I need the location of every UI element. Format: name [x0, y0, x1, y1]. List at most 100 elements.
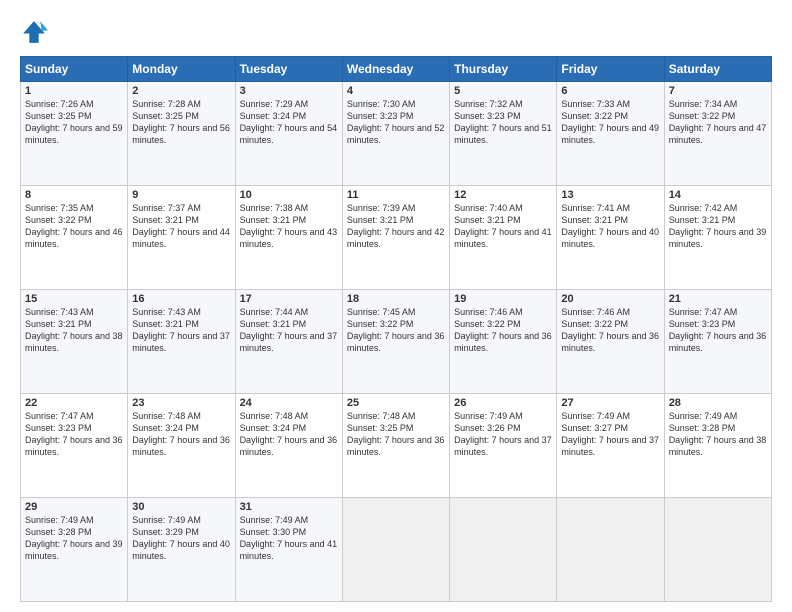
day-number: 22 [25, 397, 123, 409]
cell-info: Sunrise: 7:47 AM Sunset: 3:23 PM Dayligh… [25, 410, 123, 459]
day-number: 1 [25, 85, 123, 97]
calendar-body: 1Sunrise: 7:26 AM Sunset: 3:25 PM Daylig… [21, 82, 772, 602]
header [20, 18, 772, 46]
calendar-cell: 7Sunrise: 7:34 AM Sunset: 3:22 PM Daylig… [664, 82, 771, 186]
day-number: 16 [132, 293, 230, 305]
cell-info: Sunrise: 7:49 AM Sunset: 3:29 PM Dayligh… [132, 514, 230, 563]
calendar-cell: 26Sunrise: 7:49 AM Sunset: 3:26 PM Dayli… [450, 394, 557, 498]
cell-info: Sunrise: 7:38 AM Sunset: 3:21 PM Dayligh… [240, 202, 338, 251]
calendar-cell [450, 498, 557, 602]
day-number: 19 [454, 293, 552, 305]
calendar-cell: 21Sunrise: 7:47 AM Sunset: 3:23 PM Dayli… [664, 290, 771, 394]
calendar-cell: 14Sunrise: 7:42 AM Sunset: 3:21 PM Dayli… [664, 186, 771, 290]
calendar-cell [557, 498, 664, 602]
calendar-cell: 24Sunrise: 7:48 AM Sunset: 3:24 PM Dayli… [235, 394, 342, 498]
cell-info: Sunrise: 7:48 AM Sunset: 3:24 PM Dayligh… [132, 410, 230, 459]
calendar-day-header: Thursday [450, 57, 557, 82]
day-number: 9 [132, 189, 230, 201]
calendar-day-header: Tuesday [235, 57, 342, 82]
day-number: 13 [561, 189, 659, 201]
day-number: 29 [25, 501, 123, 513]
cell-info: Sunrise: 7:32 AM Sunset: 3:23 PM Dayligh… [454, 98, 552, 147]
cell-info: Sunrise: 7:43 AM Sunset: 3:21 PM Dayligh… [25, 306, 123, 355]
day-number: 21 [669, 293, 767, 305]
day-number: 17 [240, 293, 338, 305]
day-number: 20 [561, 293, 659, 305]
cell-info: Sunrise: 7:28 AM Sunset: 3:25 PM Dayligh… [132, 98, 230, 147]
day-number: 5 [454, 85, 552, 97]
calendar-table: SundayMondayTuesdayWednesdayThursdayFrid… [20, 56, 772, 602]
day-number: 10 [240, 189, 338, 201]
calendar-cell: 4Sunrise: 7:30 AM Sunset: 3:23 PM Daylig… [342, 82, 449, 186]
cell-info: Sunrise: 7:49 AM Sunset: 3:30 PM Dayligh… [240, 514, 338, 563]
calendar-cell: 30Sunrise: 7:49 AM Sunset: 3:29 PM Dayli… [128, 498, 235, 602]
cell-info: Sunrise: 7:48 AM Sunset: 3:25 PM Dayligh… [347, 410, 445, 459]
day-number: 18 [347, 293, 445, 305]
cell-info: Sunrise: 7:44 AM Sunset: 3:21 PM Dayligh… [240, 306, 338, 355]
logo [20, 18, 52, 46]
calendar-cell: 15Sunrise: 7:43 AM Sunset: 3:21 PM Dayli… [21, 290, 128, 394]
calendar-week-row: 29Sunrise: 7:49 AM Sunset: 3:28 PM Dayli… [21, 498, 772, 602]
cell-info: Sunrise: 7:39 AM Sunset: 3:21 PM Dayligh… [347, 202, 445, 251]
calendar-cell: 6Sunrise: 7:33 AM Sunset: 3:22 PM Daylig… [557, 82, 664, 186]
cell-info: Sunrise: 7:26 AM Sunset: 3:25 PM Dayligh… [25, 98, 123, 147]
calendar-day-header: Wednesday [342, 57, 449, 82]
calendar-cell: 29Sunrise: 7:49 AM Sunset: 3:28 PM Dayli… [21, 498, 128, 602]
cell-info: Sunrise: 7:35 AM Sunset: 3:22 PM Dayligh… [25, 202, 123, 251]
day-number: 25 [347, 397, 445, 409]
calendar-cell [342, 498, 449, 602]
cell-info: Sunrise: 7:40 AM Sunset: 3:21 PM Dayligh… [454, 202, 552, 251]
cell-info: Sunrise: 7:45 AM Sunset: 3:22 PM Dayligh… [347, 306, 445, 355]
day-number: 6 [561, 85, 659, 97]
calendar-header-row: SundayMondayTuesdayWednesdayThursdayFrid… [21, 57, 772, 82]
calendar-cell [664, 498, 771, 602]
calendar-day-header: Friday [557, 57, 664, 82]
calendar-week-row: 8Sunrise: 7:35 AM Sunset: 3:22 PM Daylig… [21, 186, 772, 290]
calendar-cell: 31Sunrise: 7:49 AM Sunset: 3:30 PM Dayli… [235, 498, 342, 602]
calendar-cell: 27Sunrise: 7:49 AM Sunset: 3:27 PM Dayli… [557, 394, 664, 498]
cell-info: Sunrise: 7:49 AM Sunset: 3:27 PM Dayligh… [561, 410, 659, 459]
calendar-cell: 3Sunrise: 7:29 AM Sunset: 3:24 PM Daylig… [235, 82, 342, 186]
day-number: 14 [669, 189, 767, 201]
day-number: 28 [669, 397, 767, 409]
cell-info: Sunrise: 7:48 AM Sunset: 3:24 PM Dayligh… [240, 410, 338, 459]
day-number: 12 [454, 189, 552, 201]
cell-info: Sunrise: 7:43 AM Sunset: 3:21 PM Dayligh… [132, 306, 230, 355]
calendar-cell: 19Sunrise: 7:46 AM Sunset: 3:22 PM Dayli… [450, 290, 557, 394]
cell-info: Sunrise: 7:41 AM Sunset: 3:21 PM Dayligh… [561, 202, 659, 251]
day-number: 24 [240, 397, 338, 409]
calendar-day-header: Saturday [664, 57, 771, 82]
calendar-cell: 16Sunrise: 7:43 AM Sunset: 3:21 PM Dayli… [128, 290, 235, 394]
day-number: 3 [240, 85, 338, 97]
cell-info: Sunrise: 7:33 AM Sunset: 3:22 PM Dayligh… [561, 98, 659, 147]
calendar-cell: 13Sunrise: 7:41 AM Sunset: 3:21 PM Dayli… [557, 186, 664, 290]
calendar-cell: 2Sunrise: 7:28 AM Sunset: 3:25 PM Daylig… [128, 82, 235, 186]
logo-icon [20, 18, 48, 46]
cell-info: Sunrise: 7:34 AM Sunset: 3:22 PM Dayligh… [669, 98, 767, 147]
day-number: 26 [454, 397, 552, 409]
calendar-cell: 5Sunrise: 7:32 AM Sunset: 3:23 PM Daylig… [450, 82, 557, 186]
day-number: 27 [561, 397, 659, 409]
cell-info: Sunrise: 7:29 AM Sunset: 3:24 PM Dayligh… [240, 98, 338, 147]
day-number: 30 [132, 501, 230, 513]
page: SundayMondayTuesdayWednesdayThursdayFrid… [0, 0, 792, 612]
calendar-day-header: Monday [128, 57, 235, 82]
calendar-cell: 25Sunrise: 7:48 AM Sunset: 3:25 PM Dayli… [342, 394, 449, 498]
cell-info: Sunrise: 7:49 AM Sunset: 3:28 PM Dayligh… [25, 514, 123, 563]
day-number: 8 [25, 189, 123, 201]
calendar-cell: 18Sunrise: 7:45 AM Sunset: 3:22 PM Dayli… [342, 290, 449, 394]
calendar-cell: 11Sunrise: 7:39 AM Sunset: 3:21 PM Dayli… [342, 186, 449, 290]
calendar-cell: 12Sunrise: 7:40 AM Sunset: 3:21 PM Dayli… [450, 186, 557, 290]
cell-info: Sunrise: 7:42 AM Sunset: 3:21 PM Dayligh… [669, 202, 767, 251]
day-number: 11 [347, 189, 445, 201]
calendar-cell: 17Sunrise: 7:44 AM Sunset: 3:21 PM Dayli… [235, 290, 342, 394]
calendar-cell: 23Sunrise: 7:48 AM Sunset: 3:24 PM Dayli… [128, 394, 235, 498]
cell-info: Sunrise: 7:46 AM Sunset: 3:22 PM Dayligh… [561, 306, 659, 355]
day-number: 4 [347, 85, 445, 97]
calendar-cell: 20Sunrise: 7:46 AM Sunset: 3:22 PM Dayli… [557, 290, 664, 394]
cell-info: Sunrise: 7:46 AM Sunset: 3:22 PM Dayligh… [454, 306, 552, 355]
cell-info: Sunrise: 7:30 AM Sunset: 3:23 PM Dayligh… [347, 98, 445, 147]
calendar-cell: 1Sunrise: 7:26 AM Sunset: 3:25 PM Daylig… [21, 82, 128, 186]
cell-info: Sunrise: 7:49 AM Sunset: 3:26 PM Dayligh… [454, 410, 552, 459]
cell-info: Sunrise: 7:47 AM Sunset: 3:23 PM Dayligh… [669, 306, 767, 355]
